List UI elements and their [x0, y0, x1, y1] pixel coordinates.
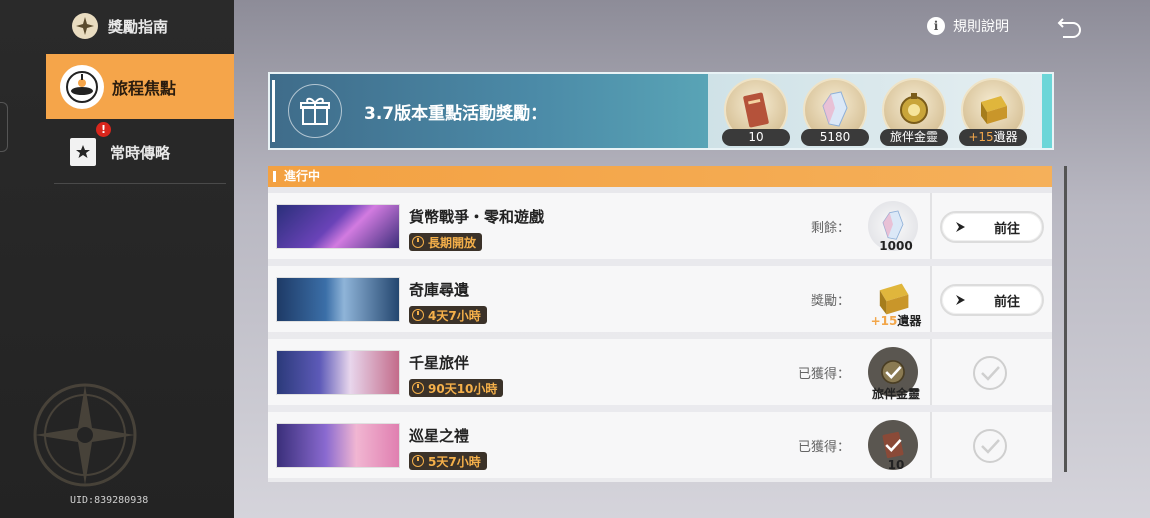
list-item: 奇庫尋遺 4天7小時 獎勵： +15遺器 前往: [268, 266, 1052, 332]
arrow-right-icon: [956, 295, 965, 305]
reward-label: 旅伴金靈: [880, 129, 948, 146]
gift-icon: [288, 84, 342, 138]
reward-status-label: 已獲得：: [797, 440, 850, 455]
reward-relic-chest[interactable]: +15遺器: [959, 78, 1027, 146]
ticket-icon: [882, 431, 904, 459]
reward-caption: +15遺器: [870, 314, 922, 328]
banner-title: 3.7版本重點活動獎勵：: [364, 103, 548, 124]
companion-spirit-icon: [881, 360, 905, 384]
reward-label: 10: [722, 129, 790, 146]
journey-focus-icon: [60, 64, 104, 109]
banner-title-area: 3.7版本重點活動獎勵：: [270, 74, 708, 148]
row-divider: [930, 266, 932, 332]
row-divider: [930, 412, 932, 478]
list-item: 貨幣戰爭・零和遊戲 長期開放 剩餘： 1000 前往: [268, 193, 1052, 259]
sidebar: 獎勵指南 旅程焦點 ! 常時傳略 UID:839280938: [0, 0, 234, 518]
sidebar-item-standing-guide[interactable]: ! 常時傳略: [46, 122, 234, 180]
time-remaining-badge: 90天10小時: [409, 379, 504, 397]
reward-caption: 1000: [879, 239, 913, 253]
completed-check-icon: [973, 356, 1007, 390]
rules-button[interactable]: i 規則說明: [927, 16, 1009, 36]
user-id: UID:839280938: [70, 495, 149, 506]
activity-thumbnail: [276, 423, 400, 468]
reward-label: +15遺器: [959, 129, 1027, 146]
reward-caption: 旅伴金靈: [871, 387, 920, 401]
reward-companion-spirit[interactable]: 旅伴金靈: [880, 78, 948, 146]
info-icon: i: [927, 17, 945, 35]
notification-badge: !: [96, 122, 111, 137]
list-item: 巡星之禮 5天7小時 已獲得： 10: [268, 412, 1052, 478]
crystal-icon: [822, 91, 848, 127]
bookmark-star-icon: [70, 138, 96, 166]
clock-icon: [412, 382, 424, 394]
sidebar-header: 獎勵指南: [72, 12, 168, 40]
list-scrollbar[interactable]: [1064, 166, 1067, 472]
clock-icon: [412, 455, 424, 467]
reward-status-label: 已獲得：: [797, 367, 850, 382]
reward-crystal[interactable]: 5180: [801, 78, 869, 146]
time-remaining-badge: 長期開放: [409, 233, 483, 251]
clock-icon: [412, 309, 424, 321]
sidebar-header-title: 獎勵指南: [108, 17, 169, 36]
sidebar-item-label: 常時傳略: [110, 143, 171, 162]
time-remaining-badge: 4天7小時: [409, 306, 487, 324]
rules-label: 規則說明: [953, 19, 1009, 35]
back-arrow-icon[interactable]: [1055, 13, 1083, 41]
compass-star-icon: [72, 13, 98, 39]
reward-status-label: 獎勵：: [810, 294, 850, 309]
banner-rewards-strip: 10 5180 旅伴金靈 +15遺器: [708, 74, 1052, 148]
list-item: 千星旅伴 90天10小時 已獲得： 旅伴金靈: [268, 339, 1052, 405]
reward-caption: 10: [887, 458, 905, 472]
go-button[interactable]: 前往: [940, 211, 1044, 243]
activity-thumbnail: [276, 350, 400, 395]
reward-label: 5180: [801, 129, 869, 146]
go-button[interactable]: 前往: [940, 284, 1044, 316]
time-remaining-badge: 5天7小時: [409, 452, 487, 470]
companion-spirit-icon: [900, 93, 928, 124]
sidebar-divider: [54, 183, 226, 184]
ticket-icon: [743, 92, 769, 128]
sidebar-item-label: 旅程焦點: [112, 78, 177, 98]
relic-chest-icon: [981, 96, 1007, 124]
arrow-right-icon: [956, 222, 965, 232]
activity-title: 巡星之禮: [409, 427, 470, 445]
activity-title: 貨幣戰爭・零和遊戲: [409, 208, 545, 226]
activity-title: 奇庫尋遺: [409, 281, 470, 299]
row-divider: [930, 339, 932, 405]
activity-thumbnail: [276, 204, 400, 249]
in-progress-header: 進行中: [268, 166, 1052, 187]
activity-list-panel: 進行中 貨幣戰爭・零和遊戲 長期開放 剩餘： 1000 前往 奇庫尋遺 4天7小…: [268, 166, 1052, 482]
reward-status-label: 剩餘：: [810, 221, 850, 236]
reward-ticket[interactable]: 10: [722, 78, 790, 146]
completed-check-icon: [973, 429, 1007, 463]
compass-emblem-icon: [33, 383, 137, 487]
clock-icon: [412, 236, 424, 248]
banner-scroll-end: [1042, 74, 1052, 148]
row-divider: [930, 193, 932, 259]
sidebar-item-journey-focus[interactable]: 旅程焦點: [46, 54, 234, 119]
sidebar-edge-tab[interactable]: [0, 102, 8, 152]
version-rewards-banner: 3.7版本重點活動獎勵： 10 5180 旅伴金靈 +15遺器: [268, 72, 1054, 150]
activity-thumbnail: [276, 277, 400, 322]
activity-title: 千星旅伴: [409, 354, 470, 372]
